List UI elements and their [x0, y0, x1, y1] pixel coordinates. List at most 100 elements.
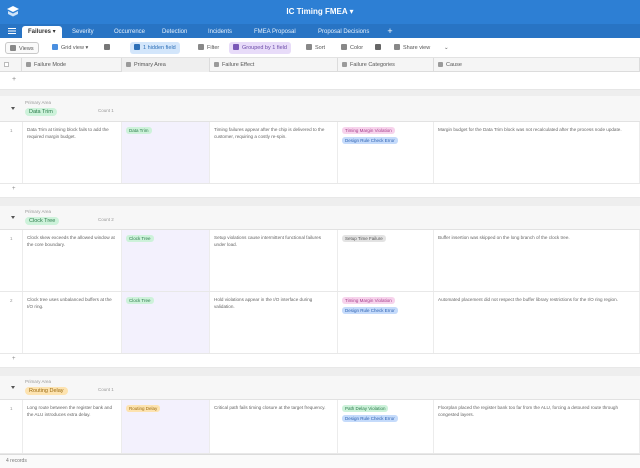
- filter-button[interactable]: Filter: [194, 42, 223, 54]
- group-add-record-row[interactable]: +: [0, 184, 640, 198]
- group-header-routing-delay[interactable]: Primary Area Routing Delay Count 1: [0, 376, 640, 400]
- share-view-button[interactable]: Share view: [390, 42, 434, 54]
- tab-detection[interactable]: Detection: [156, 26, 193, 38]
- menu-icon: [10, 45, 16, 51]
- table-row[interactable]: 1 Data Trim at timing block fails to add…: [0, 122, 640, 184]
- group-value-pill: Data Trim: [25, 108, 57, 116]
- record-count-bar: 4 records: [0, 454, 640, 468]
- category-pill: Design Rule Check Error: [342, 307, 398, 314]
- column-header-failure-categories[interactable]: Failure Categories: [338, 58, 434, 72]
- table-list-icon[interactable]: [8, 27, 16, 35]
- base-title[interactable]: IC Timing FMEA ▾: [0, 7, 640, 16]
- group-field-name: Primary Area: [25, 379, 52, 384]
- row-number: 1: [10, 406, 13, 411]
- row-height-icon: [375, 44, 381, 50]
- more-options-button[interactable]: ⌄: [440, 42, 453, 54]
- text-field-icon: [438, 61, 443, 67]
- collapse-caret-icon[interactable]: [11, 216, 15, 219]
- color-icon: [341, 44, 347, 50]
- primary-area-cell[interactable]: Routing Delay: [122, 400, 210, 453]
- collapse-caret-icon[interactable]: [11, 107, 15, 110]
- group-value-pill: Routing Delay: [25, 387, 68, 395]
- group-icon: [233, 44, 239, 50]
- failure-effect-cell[interactable]: Critical path fails timing closure at th…: [210, 400, 338, 453]
- cause-cell[interactable]: Floorplan placed the register bank too f…: [434, 400, 640, 453]
- plus-icon: +: [12, 76, 17, 83]
- primary-area-cell[interactable]: Clock Tree: [122, 230, 210, 291]
- group-separator: [0, 368, 640, 376]
- failure-mode-cell[interactable]: Clock skew exceeds the allowed window at…: [22, 230, 122, 291]
- tab-fmea-proposal[interactable]: FMEA Proposal: [248, 26, 302, 38]
- area-pill: Clock Tree: [126, 297, 154, 304]
- cause-cell[interactable]: Margin budget for the Data Trim block wa…: [434, 122, 640, 183]
- category-pill: Timing Margin Violation: [342, 127, 395, 134]
- chevron-down-icon: ▾: [349, 7, 354, 16]
- group-count: Count 1: [98, 387, 114, 392]
- view-options-button[interactable]: [100, 42, 117, 54]
- table-tab-bar: Failures ▾ Severity Occurrence Detection…: [0, 24, 640, 38]
- tab-proposal-decisions[interactable]: Proposal Decisions: [312, 26, 375, 38]
- tab-incidents[interactable]: Incidents: [202, 26, 238, 38]
- record-count: 4 records: [6, 458, 27, 464]
- failure-categories-cell[interactable]: Timing Margin Violation Design Rule Chec…: [338, 292, 434, 353]
- plus-icon: +: [12, 356, 16, 362]
- column-header-failure-mode[interactable]: Failure Mode: [22, 58, 122, 72]
- group-button[interactable]: Grouped by 1 field: [229, 42, 291, 54]
- tab-severity[interactable]: Severity: [66, 26, 100, 38]
- add-table-icon[interactable]: +: [385, 26, 395, 36]
- group-value-pill: Clock Tree: [25, 217, 60, 225]
- add-record-row[interactable]: +: [0, 72, 640, 90]
- failure-mode-cell[interactable]: Data Trim at timing block fails to add t…: [22, 122, 122, 183]
- category-pill: Setup Time Failure: [342, 235, 386, 242]
- area-pill: Clock Tree: [126, 235, 154, 242]
- group-header-clock-tree[interactable]: Primary Area Clock Tree Count 2: [0, 206, 640, 230]
- share-icon: [394, 44, 400, 50]
- view-toolbar: Views Grid view ▾ 1 hidden field Filter …: [0, 38, 640, 58]
- row-number: 1: [10, 128, 13, 133]
- color-button[interactable]: Color: [337, 42, 367, 54]
- table-row[interactable]: 1 Long route between the register bank a…: [0, 400, 640, 454]
- people-icon: [104, 44, 110, 50]
- group-separator: [0, 198, 640, 206]
- more-icon: ⌄: [444, 45, 449, 51]
- column-header-cause[interactable]: Cause: [434, 58, 640, 72]
- category-pill: Design Rule Check Error: [342, 415, 398, 422]
- hide-fields-button[interactable]: 1 hidden field: [130, 42, 180, 54]
- grid-icon: [52, 44, 58, 50]
- table-row[interactable]: 1 Clock skew exceeds the allowed window …: [0, 230, 640, 292]
- text-field-icon: [26, 61, 31, 67]
- primary-area-cell[interactable]: Data Trim: [122, 122, 210, 183]
- column-header-primary-area[interactable]: Primary Area: [122, 58, 210, 72]
- row-number: 1: [10, 236, 13, 241]
- text-field-icon: [214, 61, 219, 67]
- tab-failures[interactable]: Failures ▾: [22, 26, 62, 38]
- failure-categories-cell[interactable]: Timing Margin Violation Design Rule Chec…: [338, 122, 434, 183]
- failure-effect-cell[interactable]: Hold violations appear in the I/O interf…: [210, 292, 338, 353]
- group-count: Count 2: [98, 217, 114, 222]
- grid-view-button[interactable]: Grid view ▾: [48, 42, 92, 54]
- failure-effect-cell[interactable]: Timing failures appear after the chip is…: [210, 122, 338, 183]
- group-add-record-row[interactable]: +: [0, 354, 640, 368]
- row-height-button[interactable]: [371, 42, 388, 54]
- tab-occurrence[interactable]: Occurrence: [108, 26, 151, 38]
- cause-cell[interactable]: Buffer insertion was skipped on the long…: [434, 230, 640, 291]
- group-field-name: Primary Area: [25, 100, 52, 105]
- sort-icon: [306, 44, 312, 50]
- sort-button[interactable]: Sort: [302, 42, 329, 54]
- column-header-failure-effect[interactable]: Failure Effect: [210, 58, 338, 72]
- failure-mode-cell[interactable]: Long route between the register bank and…: [22, 400, 122, 453]
- failure-mode-cell[interactable]: Clock tree uses unbalanced buffers at th…: [22, 292, 122, 353]
- failure-categories-cell[interactable]: Path Delay Violation Design Rule Check E…: [338, 400, 434, 453]
- category-pill: Path Delay Violation: [342, 405, 389, 412]
- failure-effect-cell[interactable]: Setup violations cause intermittent func…: [210, 230, 338, 291]
- failure-categories-cell[interactable]: Setup Time Failure: [338, 230, 434, 291]
- table-row[interactable]: 2 Clock tree uses unbalanced buffers at …: [0, 292, 640, 354]
- primary-area-cell[interactable]: Clock Tree: [122, 292, 210, 353]
- cause-cell[interactable]: Automated placement did not respect the …: [434, 292, 640, 353]
- group-field-name: Primary Area: [25, 209, 52, 214]
- views-button[interactable]: Views: [5, 42, 39, 54]
- category-pill: Design Rule Check Error: [342, 137, 398, 144]
- group-header-data-trim[interactable]: Primary Area Data Trim Count 1: [0, 96, 640, 122]
- collapse-caret-icon[interactable]: [11, 386, 15, 389]
- row-select-header[interactable]: [0, 58, 22, 72]
